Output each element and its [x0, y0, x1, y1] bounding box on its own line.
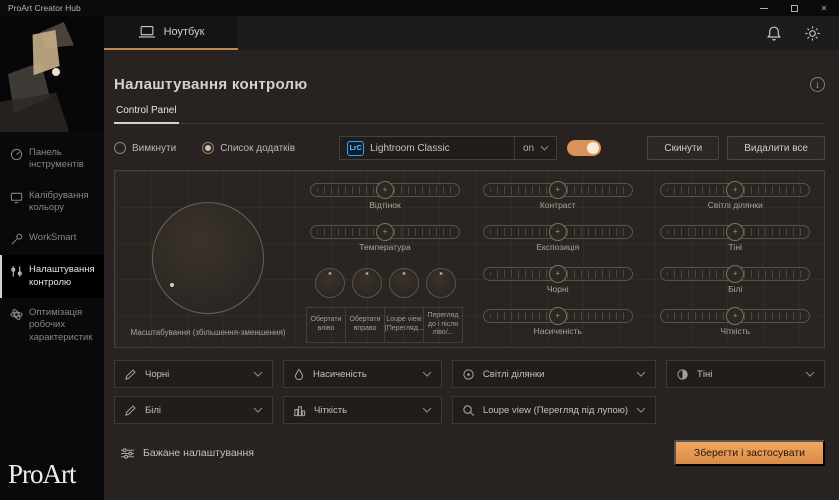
chevron-down-icon: [253, 371, 263, 377]
sidebar: Панель інструментів Калібрування кольору…: [0, 16, 104, 500]
sidebar-artwork: [0, 16, 104, 132]
clarity-slider[interactable]: +: [660, 309, 810, 323]
delete-all-button[interactable]: Видалити все: [727, 136, 825, 160]
gear-icon[interactable]: [804, 25, 821, 42]
highlights-slider[interactable]: +: [660, 183, 810, 197]
preferences-sliders-icon: [120, 447, 135, 460]
content-area: Налаштування контролю i Control Panel Ви…: [104, 50, 839, 500]
contrast-slider[interactable]: +: [483, 183, 633, 197]
window-title: ProArt Creator Hub: [8, 3, 81, 13]
loupe-view-label: Loupe view (Перегляд...: [384, 307, 424, 343]
lightroom-classic-icon: LrC: [347, 141, 364, 156]
info-icon[interactable]: i: [810, 77, 825, 92]
whites-slider[interactable]: +: [660, 267, 810, 281]
saturation-icon: [293, 368, 305, 381]
zoom-dial-label: Масштабування (збільшення-зменшення): [131, 328, 286, 337]
preferences-link[interactable]: Бажане налаштування: [120, 447, 254, 460]
chevron-down-icon: [636, 371, 646, 377]
color-calibration-icon: [10, 190, 23, 204]
bell-icon[interactable]: [766, 25, 782, 42]
performance-icon: [10, 307, 23, 321]
mapping-grid: Чорні Насиченість Світлі ділянки: [114, 360, 825, 424]
control-panel: Масштабування (збільшення-зменшення) + В…: [114, 170, 825, 348]
sidebar-item-dashboard[interactable]: Панель інструментів: [0, 138, 104, 181]
rotate-left-knob[interactable]: [315, 268, 345, 298]
hue-slider[interactable]: +: [310, 183, 460, 197]
dropdown-shadows[interactable]: Тіні: [666, 360, 825, 388]
pen-icon: [124, 368, 137, 381]
clarity-icon: [293, 404, 306, 417]
empty-cell: [666, 396, 825, 424]
loupe-icon: [462, 404, 475, 417]
radio-app-list[interactable]: Список додатків: [202, 142, 295, 154]
chevron-down-icon: [422, 407, 432, 413]
dropdown-clarity[interactable]: Чіткість: [283, 396, 442, 424]
control-settings-icon: [10, 264, 23, 278]
pen-icon: [124, 404, 137, 417]
app-enabled-toggle[interactable]: [567, 140, 601, 156]
maximize-button[interactable]: [787, 3, 801, 13]
sidebar-item-performance[interactable]: Оптимізація робочих характеристик: [0, 298, 104, 353]
app-window: ProArt Creator Hub ✕ Панель інструментів: [0, 0, 839, 500]
radio-circle-selected: [202, 142, 214, 154]
chevron-down-icon: [636, 407, 646, 413]
shadows-slider[interactable]: +: [660, 225, 810, 239]
chevron-down-icon: [253, 407, 263, 413]
radio-circle: [114, 142, 126, 154]
before-after-knob[interactable]: [426, 268, 456, 298]
temperature-slider[interactable]: +: [310, 225, 460, 239]
subtab-bar: Control Panel: [114, 105, 825, 124]
save-apply-button[interactable]: Зберегти і застосувати: [674, 440, 825, 466]
chevron-down-icon: [422, 371, 432, 377]
proart-logo: ProArt: [8, 459, 76, 490]
chevron-down-icon: [805, 371, 815, 377]
close-button[interactable]: ✕: [817, 3, 831, 13]
sidebar-item-control-settings[interactable]: Налаштування контролю: [0, 255, 104, 298]
worksmart-icon: [10, 232, 23, 246]
saturation-slider[interactable]: +: [483, 309, 633, 323]
chevron-down-icon: [540, 145, 549, 151]
rotate-right-label: Обертати вправо: [345, 307, 385, 343]
top-bar: Ноутбук: [104, 16, 839, 50]
app-selector[interactable]: LrC Lightroom Classic on: [339, 136, 557, 160]
zoom-dial[interactable]: [152, 202, 264, 314]
sidebar-item-worksmart[interactable]: WorkSmart: [0, 223, 104, 255]
dropdown-loupe-view[interactable]: Loupe view (Перегляд під лупою): [452, 396, 656, 424]
minimize-button[interactable]: [757, 3, 771, 13]
rotate-right-knob[interactable]: [352, 268, 382, 298]
dropdown-highlights[interactable]: Світлі ділянки: [452, 360, 656, 388]
tab-laptop[interactable]: Ноутбук: [104, 16, 238, 50]
before-after-label: Перегляд до і після ліво/...: [423, 307, 463, 343]
titlebar: ProArt Creator Hub ✕: [0, 0, 839, 16]
laptop-icon: [138, 25, 156, 39]
exposure-slider[interactable]: +: [483, 225, 633, 239]
blacks-slider[interactable]: +: [483, 267, 633, 281]
shadows-icon: [676, 368, 689, 381]
dashboard-icon: [10, 147, 23, 161]
tab-control-panel[interactable]: Control Panel: [114, 105, 179, 124]
page-title: Налаштування контролю: [114, 76, 308, 93]
dropdown-saturation[interactable]: Насиченість: [283, 360, 442, 388]
highlights-icon: [462, 368, 475, 381]
app-state-dropdown[interactable]: on: [514, 137, 549, 159]
sidebar-nav: Панель інструментів Калібрування кольору…: [0, 138, 104, 353]
sidebar-item-color-calibration[interactable]: Калібрування кольору: [0, 181, 104, 224]
loupe-view-knob[interactable]: [389, 268, 419, 298]
radio-disable[interactable]: Вимкнути: [114, 142, 176, 154]
dropdown-blacks[interactable]: Чорні: [114, 360, 273, 388]
dropdown-whites[interactable]: Білі: [114, 396, 273, 424]
reset-button[interactable]: Скинути: [647, 136, 719, 160]
tab-laptop-label: Ноутбук: [164, 26, 205, 38]
rotate-left-label: Обертати вліво: [306, 307, 346, 343]
